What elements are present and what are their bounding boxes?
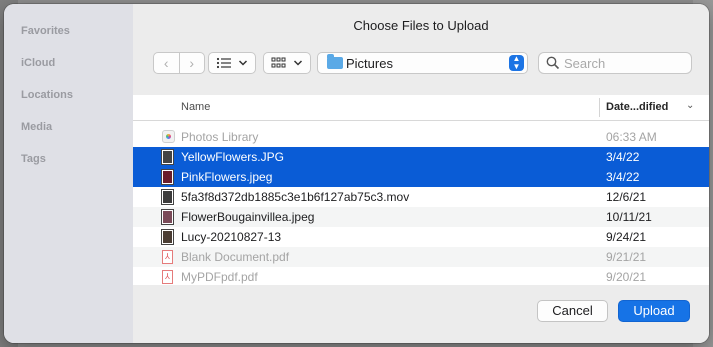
folder-icon [327,54,343,69]
table-row[interactable]: YellowFlowers.JPG 3/4/22 [133,147,709,167]
table-row: ⅄ Blank Document.pdf 9/21/21 [133,247,709,267]
sidebar-section-media[interactable]: Media [21,121,52,133]
file-date: 3/4/22 [606,170,640,184]
back-button[interactable]: ‹ [154,53,179,73]
search-input[interactable] [564,55,686,71]
chevron-down-icon[interactable]: ⌄ [686,100,694,111]
file-date: 9/24/21 [606,230,647,244]
file-name: MyPDFpdf.pdf [181,270,258,284]
file-name: Blank Document.pdf [181,250,290,264]
file-name: Photos Library [181,130,259,144]
file-name: 5fa3f8d372db1885c3e1b6f127ab75c3.mov [181,190,410,204]
sidebar-section-favorites[interactable]: Favorites [21,25,70,37]
grid-icon [271,57,286,68]
table-row[interactable]: 5fa3f8d372db1885c3e1b6f127ab75c3.mov 12/… [133,187,709,207]
movie-thumbnail-icon [161,189,174,205]
list-view-button[interactable] [208,52,256,74]
file-name: FlowerBougainvillea.jpeg [181,210,315,224]
table-row[interactable]: PinkFlowers.jpeg 3/4/22 [133,167,709,187]
photos-library-icon [162,130,175,143]
search-field[interactable] [538,52,692,74]
forward-button[interactable]: › [180,53,205,73]
image-thumbnail-icon [161,229,174,245]
updown-chevron-icon: ▲ ▼ [509,55,524,71]
table-row[interactable]: Lucy-20210827-13 9/24/21 [133,227,709,247]
file-date: 3/4/22 [606,150,640,164]
upload-button[interactable]: Upload [618,300,690,322]
sidebar-section-locations[interactable]: Locations [21,89,73,101]
file-name: Lucy-20210827-13 [181,230,282,244]
chevron-down-icon [293,60,303,66]
grid-view-button[interactable] [263,52,311,74]
table-row: Photos Library 06:33 AM [133,127,709,147]
file-name: PinkFlowers.jpeg [181,170,273,184]
back-forward-group: ‹ › [153,52,205,74]
file-list: Name Date...dified ⌄ Photos Library 06:3… [133,95,709,285]
column-header-date[interactable]: Date...dified [606,101,668,113]
pdf-icon: ⅄ [162,270,173,284]
file-date: 10/11/21 [606,210,652,224]
file-date: 9/20/21 [606,270,647,284]
file-upload-dialog: Favorites iCloud Locations Media Tags Ch… [4,4,709,343]
main-panel: Choose Files to Upload ‹ › Pictures ▲ ▼ … [133,4,709,343]
image-thumbnail-icon [161,149,174,165]
image-thumbnail-icon [161,169,174,185]
dialog-title: Choose Files to Upload [353,18,489,33]
table-row: ⅄ MyPDFpdf.pdf 9/20/21 [133,267,709,285]
sidebar: Favorites iCloud Locations Media Tags [4,4,133,343]
location-dropdown[interactable]: Pictures ▲ ▼ [317,52,528,74]
file-name: YellowFlowers.JPG [181,150,284,164]
image-thumbnail-icon [161,209,174,225]
table-row[interactable]: FlowerBougainvillea.jpeg 10/11/21 [133,207,709,227]
cancel-button[interactable]: Cancel [537,300,608,322]
column-header-name[interactable]: Name [181,101,210,113]
search-icon [546,56,560,70]
file-date: 9/21/21 [606,250,647,264]
file-date: 06:33 AM [606,130,657,144]
pdf-icon: ⅄ [162,250,173,264]
table-header: Name Date...dified ⌄ [133,95,709,121]
chevron-down-icon [238,60,248,66]
sidebar-section-tags[interactable]: Tags [21,153,46,165]
column-divider[interactable] [599,98,600,117]
file-date: 12/6/21 [606,190,647,204]
file-rows: Photos Library 06:33 AM YellowFlowers.JP… [133,127,709,285]
location-label: Pictures [346,56,393,71]
list-icon [216,57,231,69]
sidebar-section-icloud[interactable]: iCloud [21,57,55,69]
